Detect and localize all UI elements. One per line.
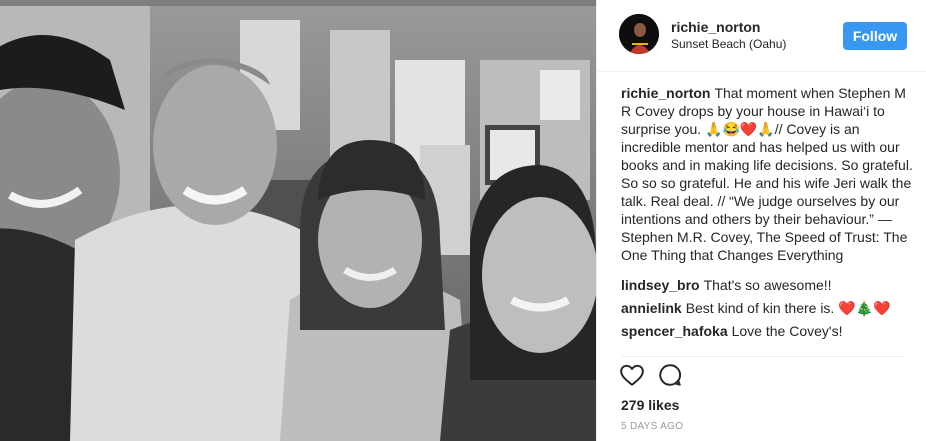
post-detail-panel: richie_norton Sunset Beach (Oahu) Follow…	[596, 0, 926, 441]
follow-button[interactable]: Follow	[843, 22, 907, 50]
avatar[interactable]	[619, 14, 659, 54]
divider	[621, 356, 903, 357]
comment-username[interactable]: spencer_hafoka	[621, 323, 728, 339]
post-header: richie_norton Sunset Beach (Oahu) Follow	[597, 0, 926, 72]
comment-text: Love the Covey's!	[731, 323, 843, 339]
list-item: annielink Best kind of kin there is. ❤️🎄❤…	[621, 299, 913, 317]
comment-username[interactable]: lindsey_bro	[621, 277, 700, 293]
post-location[interactable]: Sunset Beach (Oahu)	[671, 37, 786, 51]
post-timestamp[interactable]: 5 DAYS AGO	[621, 421, 683, 432]
comment-text: That moment when Stephen M R Covey drops…	[621, 85, 913, 263]
comment-text: That's so awesome!!	[703, 277, 832, 293]
post-photo[interactable]	[0, 0, 596, 441]
list-item: spencer_hafoka Love the Covey's!	[621, 322, 913, 340]
heart-icon[interactable]	[619, 362, 645, 388]
selfie-photo-illustration	[0, 0, 596, 441]
avatar-image	[619, 14, 659, 54]
comment-username[interactable]: richie_norton	[621, 85, 710, 101]
comments-list[interactable]: richie_norton That moment when Stephen M …	[621, 84, 913, 352]
caption-comment: richie_norton That moment when Stephen M …	[621, 84, 913, 264]
like-count[interactable]: 279 likes	[621, 397, 679, 413]
comment-bubble-icon[interactable]	[657, 362, 683, 388]
comment-text: Best kind of kin there is. ❤️🎄❤️	[685, 300, 891, 316]
post-username[interactable]: richie_norton	[671, 19, 760, 35]
comment-username[interactable]: annielink	[621, 300, 682, 316]
list-item: lindsey_bro That's so awesome!!	[621, 276, 913, 294]
